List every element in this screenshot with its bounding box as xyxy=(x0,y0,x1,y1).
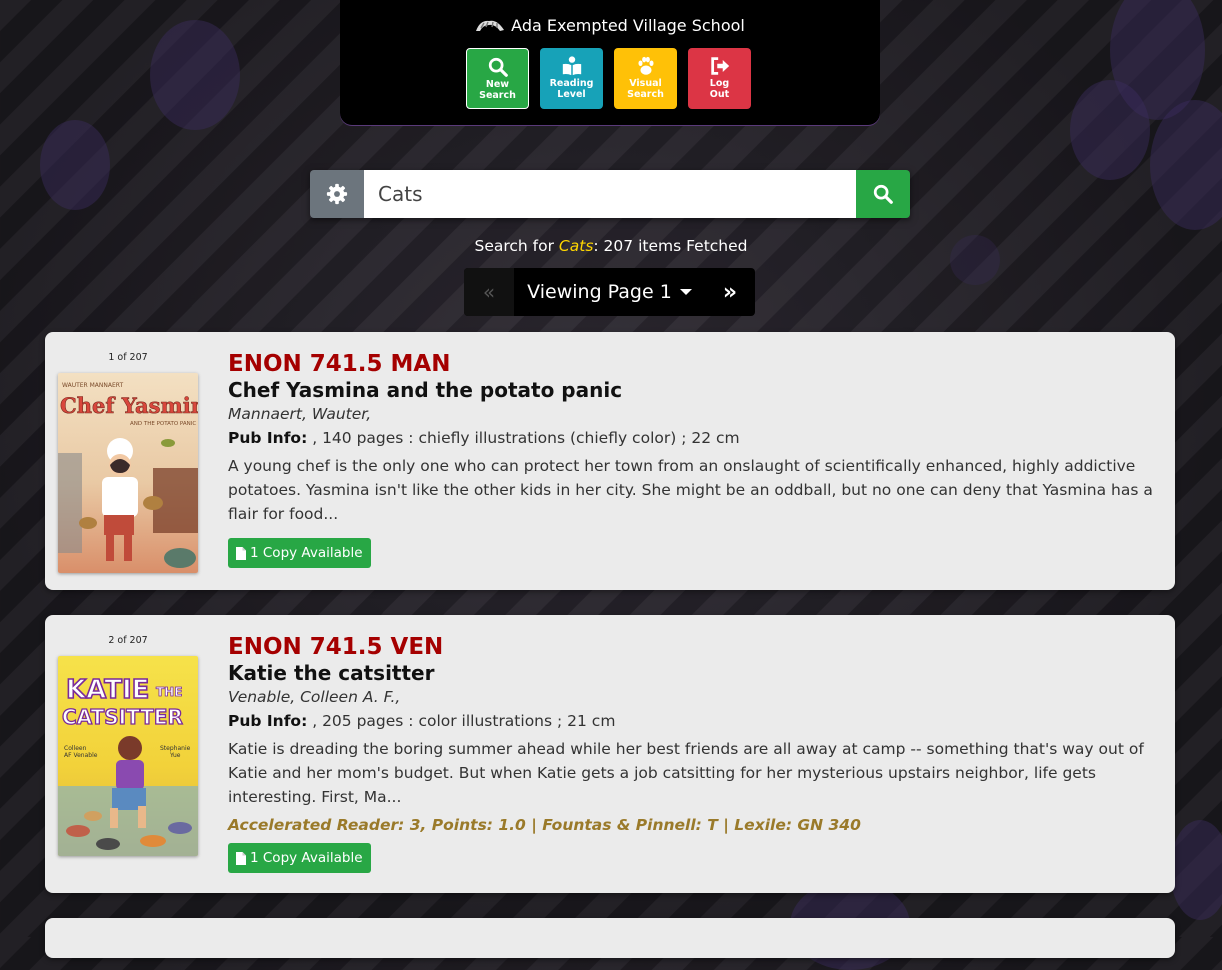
search-input[interactable] xyxy=(364,170,856,218)
copies-available-button[interactable]: 1 Copy Available xyxy=(228,538,371,568)
visual-search-button[interactable]: Visual Search xyxy=(614,48,677,109)
cover-art: KATIE THE CATSITTER Colleen AF Venable S… xyxy=(58,674,198,856)
book-description: A young chef is the only one who can pro… xyxy=(228,457,1153,523)
svg-text:Yue: Yue xyxy=(169,752,181,759)
result-details: ENON 741.5 VEN Katie the catsitter Venab… xyxy=(228,633,1153,873)
paw-decoration xyxy=(1170,820,1222,920)
next-page-button[interactable]: » xyxy=(705,268,755,316)
result-details: ENON 741.5 MAN Chef Yasmina and the pota… xyxy=(228,350,1153,568)
double-chevron-right-icon: » xyxy=(722,279,738,305)
pub-info: Pub Info: , 205 pages : color illustrati… xyxy=(228,709,1153,733)
book-description: Katie is dreading the boring summer ahea… xyxy=(228,740,1144,806)
gear-icon xyxy=(326,183,348,205)
svg-text:AF Venable: AF Venable xyxy=(64,752,98,759)
page-select-dropdown[interactable]: Viewing Page 1 xyxy=(514,281,705,303)
pub-info-label: Pub Info: xyxy=(228,712,308,730)
school-logo-icon xyxy=(476,20,505,31)
svg-text:AND THE POTATO PANIC: AND THE POTATO PANIC xyxy=(130,421,196,427)
reading-level-info: Accelerated Reader: 3, Points: 1.0 | Fou… xyxy=(228,816,861,834)
result-card: 1 of 207 WAUTER MANNAERT Chef Yasmina AN… xyxy=(45,332,1175,590)
pub-info-value: , 205 pages : color illustrations ; 21 c… xyxy=(312,712,616,730)
sign-out-icon xyxy=(710,57,729,75)
result-counter: 2 of 207 xyxy=(108,635,148,646)
double-chevron-left-icon: « xyxy=(482,280,496,304)
pub-info-label: Pub Info: xyxy=(228,429,308,447)
file-icon xyxy=(236,851,246,865)
previous-page-button[interactable]: « xyxy=(464,268,514,316)
svg-text:Stephanie: Stephanie xyxy=(160,745,191,752)
search-settings-button[interactable] xyxy=(310,170,364,218)
call-number: ENON 741.5 MAN xyxy=(228,351,451,377)
results-summary: Search for Cats: 207 items Fetched xyxy=(474,237,748,255)
file-icon xyxy=(236,546,246,560)
paw-icon xyxy=(637,56,654,75)
call-number: ENON 741.5 VEN xyxy=(228,634,444,660)
svg-text:Chef Yasmina: Chef Yasmina xyxy=(60,393,198,418)
reading-level-button[interactable]: Reading Level xyxy=(540,48,603,109)
school-title: Ada Exempted Village School xyxy=(340,16,880,35)
new-search-button[interactable]: New Search xyxy=(466,48,529,109)
svg-text:WAUTER MANNAERT: WAUTER MANNAERT xyxy=(62,382,124,389)
svg-text:CATSITTER: CATSITTER xyxy=(62,705,183,729)
log-out-button[interactable]: Log Out xyxy=(688,48,751,109)
copies-available-button[interactable]: 1 Copy Available xyxy=(228,843,371,873)
search-submit-button[interactable] xyxy=(856,170,910,218)
svg-text:THE: THE xyxy=(156,685,182,699)
svg-text:Colleen: Colleen xyxy=(64,745,87,752)
pagination: « Viewing Page 1 » xyxy=(464,268,755,316)
result-counter: 1 of 207 xyxy=(108,352,148,363)
pub-info-value: , 140 pages : chiefly illustrations (chi… xyxy=(312,429,740,447)
search-icon xyxy=(873,184,893,204)
school-name: Ada Exempted Village School xyxy=(511,16,745,35)
top-header-panel: Ada Exempted Village School New Search R… xyxy=(340,0,880,125)
paw-decoration xyxy=(1070,80,1150,180)
book-author: Mannaert, Wauter, xyxy=(228,405,372,423)
book-cover[interactable]: KATIE THE CATSITTER Colleen AF Venable S… xyxy=(58,656,198,856)
book-author: Venable, Colleen A. F., xyxy=(228,688,401,706)
book-title[interactable]: Katie the catsitter xyxy=(228,661,1153,685)
pub-info: Pub Info: , 140 pages : chiefly illustra… xyxy=(228,426,1153,450)
search-icon xyxy=(488,57,508,77)
book-cover[interactable]: WAUTER MANNAERT Chef Yasmina AND THE POT… xyxy=(58,373,198,573)
cover-art: WAUTER MANNAERT Chef Yasmina AND THE POT… xyxy=(58,382,198,568)
search-bar xyxy=(310,170,910,218)
book-open-icon xyxy=(562,56,581,76)
paw-decoration xyxy=(40,120,110,210)
caret-down-icon xyxy=(679,289,692,295)
svg-text:KATIE: KATIE xyxy=(66,675,149,705)
result-card xyxy=(45,918,1175,958)
nav-buttons: New Search Reading Level Visual Search L… xyxy=(466,48,751,109)
paw-decoration xyxy=(150,20,240,130)
result-card: 2 of 207 KATIE THE CATSITTER Colleen AF … xyxy=(45,615,1175,893)
results-query: Cats xyxy=(558,237,594,255)
book-title[interactable]: Chef Yasmina and the potato panic xyxy=(228,378,1153,402)
